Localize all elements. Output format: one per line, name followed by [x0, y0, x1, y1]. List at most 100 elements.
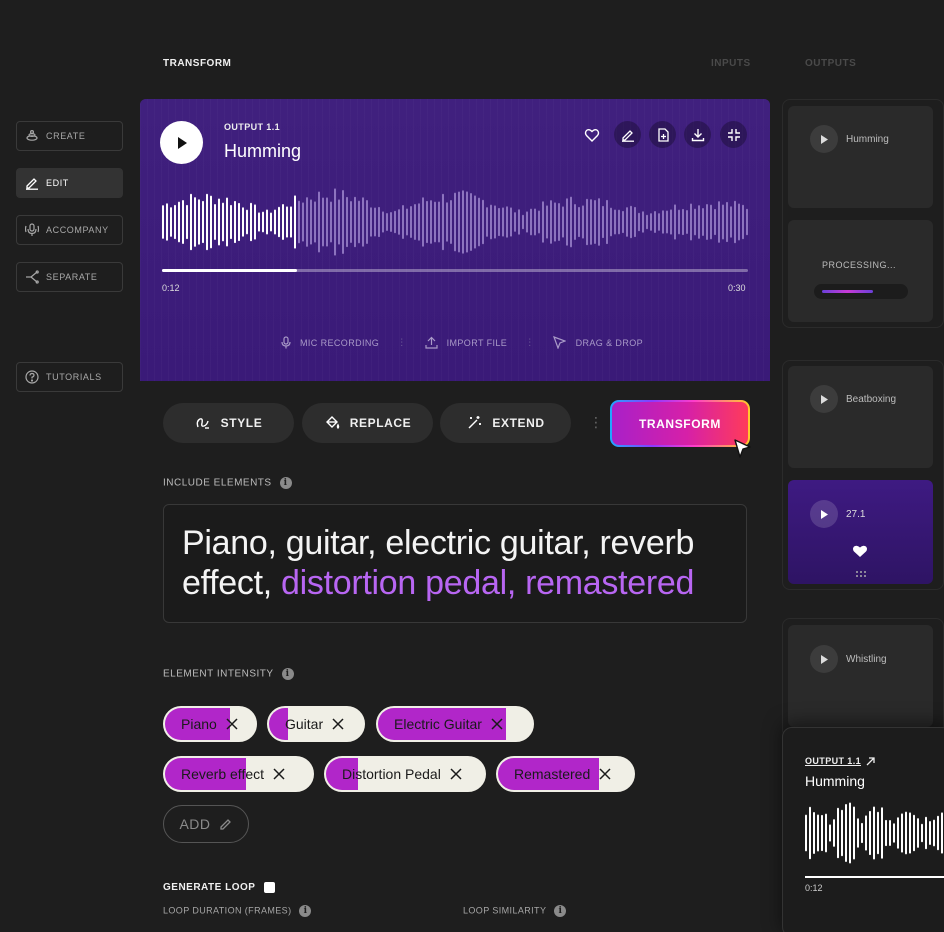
element-chip-electric-guitar[interactable]: Electric Guitar: [376, 706, 534, 742]
waveform-bar: [238, 202, 240, 242]
sidebar-item-label: CREATE: [46, 131, 86, 141]
tab-extend-label: EXTEND: [492, 416, 545, 430]
mic-recording-option[interactable]: MIC RECORDING: [280, 336, 379, 349]
close-icon[interactable]: [272, 767, 286, 781]
tab-extend[interactable]: EXTEND: [440, 403, 571, 443]
waveform-bar: [574, 204, 576, 240]
popup-progress-track[interactable]: [805, 876, 944, 878]
sidebar-item-edit[interactable]: EDIT: [16, 168, 123, 198]
output-card-humming[interactable]: Humming: [788, 106, 933, 208]
output-card-selected[interactable]: 27.1: [788, 480, 933, 584]
arrow-up-right-icon: [866, 756, 875, 765]
sidebar-item-create[interactable]: CREATE: [16, 121, 123, 151]
waveform-bar: [418, 203, 420, 241]
sidebar-item-label: ACCOMPANY: [46, 225, 109, 235]
popup-waveform[interactable]: [805, 798, 944, 868]
edit-button[interactable]: [614, 121, 641, 148]
transform-button[interactable]: TRANSFORM: [610, 400, 750, 447]
info-icon[interactable]: i: [299, 905, 312, 917]
waveform-bar: [182, 200, 184, 244]
chip-label: Guitar: [285, 716, 324, 732]
waveform-bar: [913, 814, 915, 852]
new-file-button[interactable]: [649, 121, 676, 148]
info-icon[interactable]: i: [554, 905, 567, 917]
pencil-icon: [26, 178, 38, 190]
popup-title: Humming: [805, 773, 865, 789]
favorite-button[interactable]: [578, 121, 605, 148]
info-icon[interactable]: i: [281, 668, 294, 680]
collapse-button[interactable]: [720, 121, 747, 148]
waveform-bar: [502, 207, 504, 237]
add-element-button[interactable]: ADD: [163, 805, 249, 843]
waveform[interactable]: [162, 187, 750, 257]
drag-handle-icon[interactable]: [855, 570, 867, 578]
sidebar-item-accompany[interactable]: ACCOMPANY: [16, 215, 123, 245]
play-icon: [177, 136, 187, 149]
play-button[interactable]: [810, 385, 838, 413]
element-chip-guitar[interactable]: Guitar: [267, 706, 365, 742]
progress-track[interactable]: [162, 269, 748, 272]
generate-loop-checkbox[interactable]: [264, 882, 276, 893]
drag-drop-option[interactable]: DRAG & DROP: [552, 336, 643, 349]
play-icon: [821, 134, 828, 144]
import-file-option[interactable]: IMPORT FILE: [425, 336, 508, 349]
play-button[interactable]: [160, 121, 203, 164]
waveform-bar: [190, 193, 192, 251]
tab-inputs[interactable]: INPUTS: [711, 58, 751, 69]
waveform-bar: [354, 196, 356, 248]
waveform-bar: [530, 208, 532, 236]
waveform-bar: [322, 197, 324, 247]
sidebar-item-tutorials[interactable]: TUTORIALS: [16, 362, 123, 392]
download-button[interactable]: [684, 121, 711, 148]
info-icon[interactable]: i: [279, 477, 292, 489]
waveform-bar: [714, 208, 716, 236]
output-card-beatboxing[interactable]: Beatboxing: [788, 366, 933, 468]
waveform-bar: [901, 813, 903, 853]
include-text-accent: distortion pedal, remastered: [281, 564, 695, 602]
waveform-bar: [422, 197, 424, 247]
element-chip-piano[interactable]: Piano: [163, 706, 257, 742]
heart-icon[interactable]: [852, 544, 868, 558]
output-card-whistling[interactable]: Whistling: [788, 625, 933, 727]
tab-style[interactable]: STYLE: [163, 403, 294, 443]
waveform-bar: [674, 204, 676, 240]
waveform-bar: [670, 209, 672, 235]
sidebar-item-separate[interactable]: SEPARATE: [16, 262, 123, 292]
close-icon[interactable]: [598, 767, 612, 781]
waveform-bar: [590, 199, 592, 245]
close-icon[interactable]: [490, 717, 504, 731]
waveform-bar: [262, 211, 264, 233]
waveform-bar: [334, 188, 336, 256]
waveform-bar: [414, 203, 416, 241]
waveform-bar: [470, 192, 472, 252]
cursor-icon: [552, 336, 566, 349]
play-button[interactable]: [810, 125, 838, 153]
popup-output-link[interactable]: OUTPUT 1.1: [805, 756, 875, 766]
waveform-bar: [710, 204, 712, 240]
element-chip-reverb-effect[interactable]: Reverb effect: [163, 756, 314, 792]
waveform-bar: [526, 211, 528, 233]
close-icon[interactable]: [449, 767, 463, 781]
waveform-bar: [202, 200, 204, 244]
play-button[interactable]: [810, 645, 838, 673]
tab-replace[interactable]: REPLACE: [302, 403, 433, 443]
waveform-bar: [342, 189, 344, 255]
close-icon[interactable]: [225, 717, 239, 731]
output-card-label: Whistling: [846, 654, 887, 665]
waveform-bar: [174, 204, 176, 240]
include-elements-header: INCLUDE ELEMENTS i: [163, 477, 292, 489]
waveform-bar: [222, 202, 224, 242]
waveform-bar: [538, 210, 540, 234]
element-chip-remastered[interactable]: Remastered: [496, 756, 635, 792]
waveform-bar: [270, 212, 272, 232]
close-icon[interactable]: [331, 717, 345, 731]
waveform-bar: [614, 209, 616, 235]
element-chip-distortion-pedal[interactable]: Distortion Pedal: [324, 756, 486, 792]
waveform-bar: [650, 213, 652, 231]
generate-loop-label: GENERATE LOOP: [163, 882, 256, 893]
include-elements-input[interactable]: Piano, guitar, electric guitar, reverb e…: [163, 504, 747, 623]
play-button[interactable]: [810, 500, 838, 528]
tab-outputs[interactable]: OUTPUTS: [805, 58, 856, 69]
waveform-bar: [298, 200, 300, 244]
waveform-bar: [450, 200, 452, 244]
